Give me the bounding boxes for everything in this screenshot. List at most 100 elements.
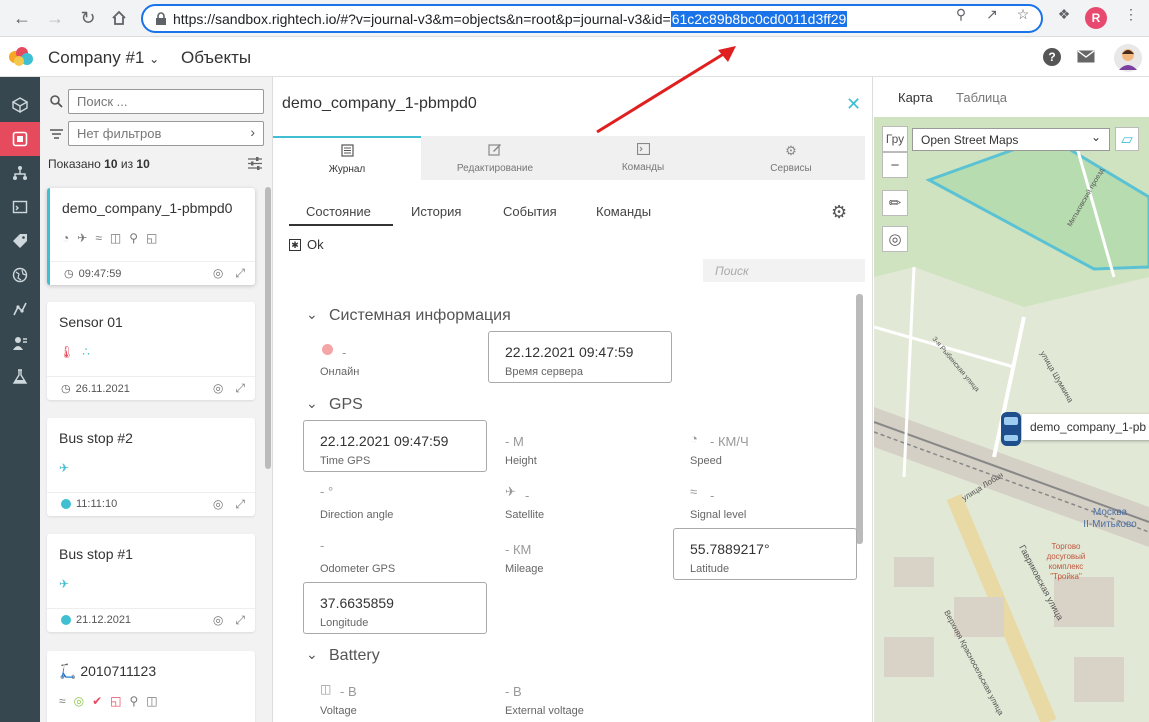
extensions-icon[interactable]: ❖ [1054,4,1074,24]
left-icon-rail [0,77,40,722]
check-badge-icon: ✔ [92,694,103,708]
subtab-state[interactable]: Состояние [306,204,371,219]
list-scrollbar[interactable] [265,187,271,469]
rail-tags-icon[interactable] [0,224,40,258]
prop-label: Direction angle [320,509,394,521]
chevron-right-icon: › [250,124,255,140]
prop-online: - Онлайн [304,331,488,383]
mail-icon[interactable] [1077,50,1095,66]
rail-hierarchy-icon[interactable] [0,156,40,190]
map-view[interactable]: Гавриковская улица улица Шумкина улица Л… [874,77,1149,722]
group-battery[interactable]: ⌄ Battery [306,646,380,665]
object-card[interactable]: Sensor 01 🌡 ∴ ◷ 26.11.2021 ◎ ⤢ [47,302,255,400]
object-card[interactable]: demo_company_1-pbmpd0 ◔ ✈ ≈ ◫ ⚲ ◱ ◷ 09:47… [47,188,255,285]
object-card[interactable]: Bus stop #2 ✈ 11:11:10 ◎ ⤢ [47,418,255,516]
rail-lab-icon[interactable] [0,360,40,394]
prop-speed: ◔ - КМ/Ч Speed [674,420,858,472]
company-name: Company #1 [48,48,145,67]
reload-icon[interactable]: ↻ [76,6,100,30]
user-avatar[interactable] [1114,44,1142,72]
locate-icon[interactable]: ◎ [213,613,223,628]
tab-edit[interactable]: Редактирование [421,136,569,180]
subtab-history[interactable]: История [411,204,461,219]
more-menu-icon[interactable]: ⋮ [1121,4,1141,24]
rail-automation-icon[interactable] [0,292,40,326]
forward-icon[interactable]: → [43,6,67,30]
filter-label: Нет фильтров [77,126,162,141]
chevron-down-icon: ⌄ [306,646,318,662]
group-label: Гру [885,132,905,146]
sort-settings-icon[interactable] [248,157,262,173]
prop-label: Speed [690,455,722,467]
browser-toolbar: ← → ↻ https://sandbox.rightech.io/#?v=jo… [0,0,1149,37]
tab-journal[interactable]: Журнал [273,136,421,180]
company-selector[interactable]: Company #1 ⌄ [48,48,159,68]
shown-count-value: 10 [104,157,118,171]
locate-icon[interactable]: ◎ [213,497,223,512]
expand-icon[interactable]: ⤢ [235,266,245,281]
online-dot [61,499,71,509]
journal-icon [340,143,354,160]
card-title-row: 🛴 2010711123 [59,663,156,680]
tab-services[interactable]: ⚙ Сервисы [717,136,865,180]
prop-voltage: ◫ - В Voltage [304,670,488,722]
filter-select[interactable]: Нет фильтров › [68,121,264,146]
expand-icon[interactable]: ⤢ [235,497,245,512]
tab-label: Сервисы [770,162,812,174]
close-icon[interactable]: ✕ [846,94,861,115]
prop-label: Онлайн [320,366,360,378]
satellite-off-icon: ✈ [59,577,70,591]
prop-value: - М [505,434,524,449]
rail-commands-icon[interactable] [0,190,40,224]
group-gps[interactable]: ⌄ GPS [306,395,363,414]
online-dot [61,615,71,625]
map-layer-select[interactable]: Open Street Maps ⌄ [912,128,1110,151]
key-icon[interactable]: ⚲ [951,4,971,24]
address-bar[interactable]: https://sandbox.rightech.io/#?v=journal-… [141,4,1043,33]
vehicle-marker-icon[interactable] [998,411,1024,447]
prop-label: Odometer GPS [320,563,396,575]
battery-icon: ◫ [109,231,122,245]
property-search-input[interactable]: Поиск [703,259,865,282]
search-input[interactable]: Поиск ... [68,89,264,114]
rail-users-icon[interactable] [0,326,40,360]
rail-objects-icon[interactable] [0,122,40,156]
group-button[interactable]: Гру [882,126,908,152]
object-card[interactable]: 🛴 2010711123 ≈ ◎ ✔ ◱ ⚲ ◫ [47,651,255,722]
share-icon[interactable]: ↗ [982,4,1002,24]
group-system[interactable]: ⌄ Системная информация [306,306,511,325]
object-card[interactable]: Bus stop #1 ✈ 21.12.2021 ◎ ⤢ [47,534,255,632]
clock-icon: ◷ [61,383,71,395]
gear-icon[interactable]: ⚙ [831,202,847,223]
tab-label: Команды [621,162,665,173]
expand-icon[interactable]: ⤢ [235,613,245,628]
battery-icon: ◫ [146,694,158,708]
tab-commands[interactable]: Команды [569,136,717,180]
prop-direction: - ° Direction angle [304,474,488,526]
rail-models-icon[interactable] [0,88,40,122]
prop-value: 22.12.2021 09:47:59 [320,433,449,449]
zoom-out-button[interactable]: − [882,152,908,178]
locate-icon[interactable]: ◎ [213,266,223,281]
card-footer: ◷ 09:47:59 ◎ ⤢ [50,261,255,285]
home-icon[interactable] [107,6,131,30]
profile-avatar[interactable]: R [1085,7,1107,29]
locate-icon[interactable]: ◎ [882,226,908,252]
url-text: https://sandbox.rightech.io/#?v=journal-… [173,10,848,27]
subtab-events[interactable]: События [503,204,557,219]
prop-label: External voltage [505,705,584,717]
locate-icon[interactable]: ◎ [213,381,223,396]
bookmark-star-icon[interactable]: ☆ [1013,4,1033,24]
expand-icon[interactable]: ⤢ [235,381,245,396]
prop-latitude: 55.7889217° Latitude [673,528,857,580]
tab-map[interactable]: Карта [898,90,933,105]
back-icon[interactable]: ← [10,6,34,30]
subtab-commands[interactable]: Команды [596,204,651,219]
layers-icon[interactable]: ▱ [1115,127,1139,151]
app-logo-icon[interactable] [6,44,38,70]
help-icon[interactable]: ? [1043,48,1061,66]
tab-table[interactable]: Таблица [956,90,1007,105]
speedometer-icon: ◔ [62,231,70,245]
rail-geo-icon[interactable] [0,258,40,292]
ruler-icon[interactable]: ✏ [882,190,908,216]
